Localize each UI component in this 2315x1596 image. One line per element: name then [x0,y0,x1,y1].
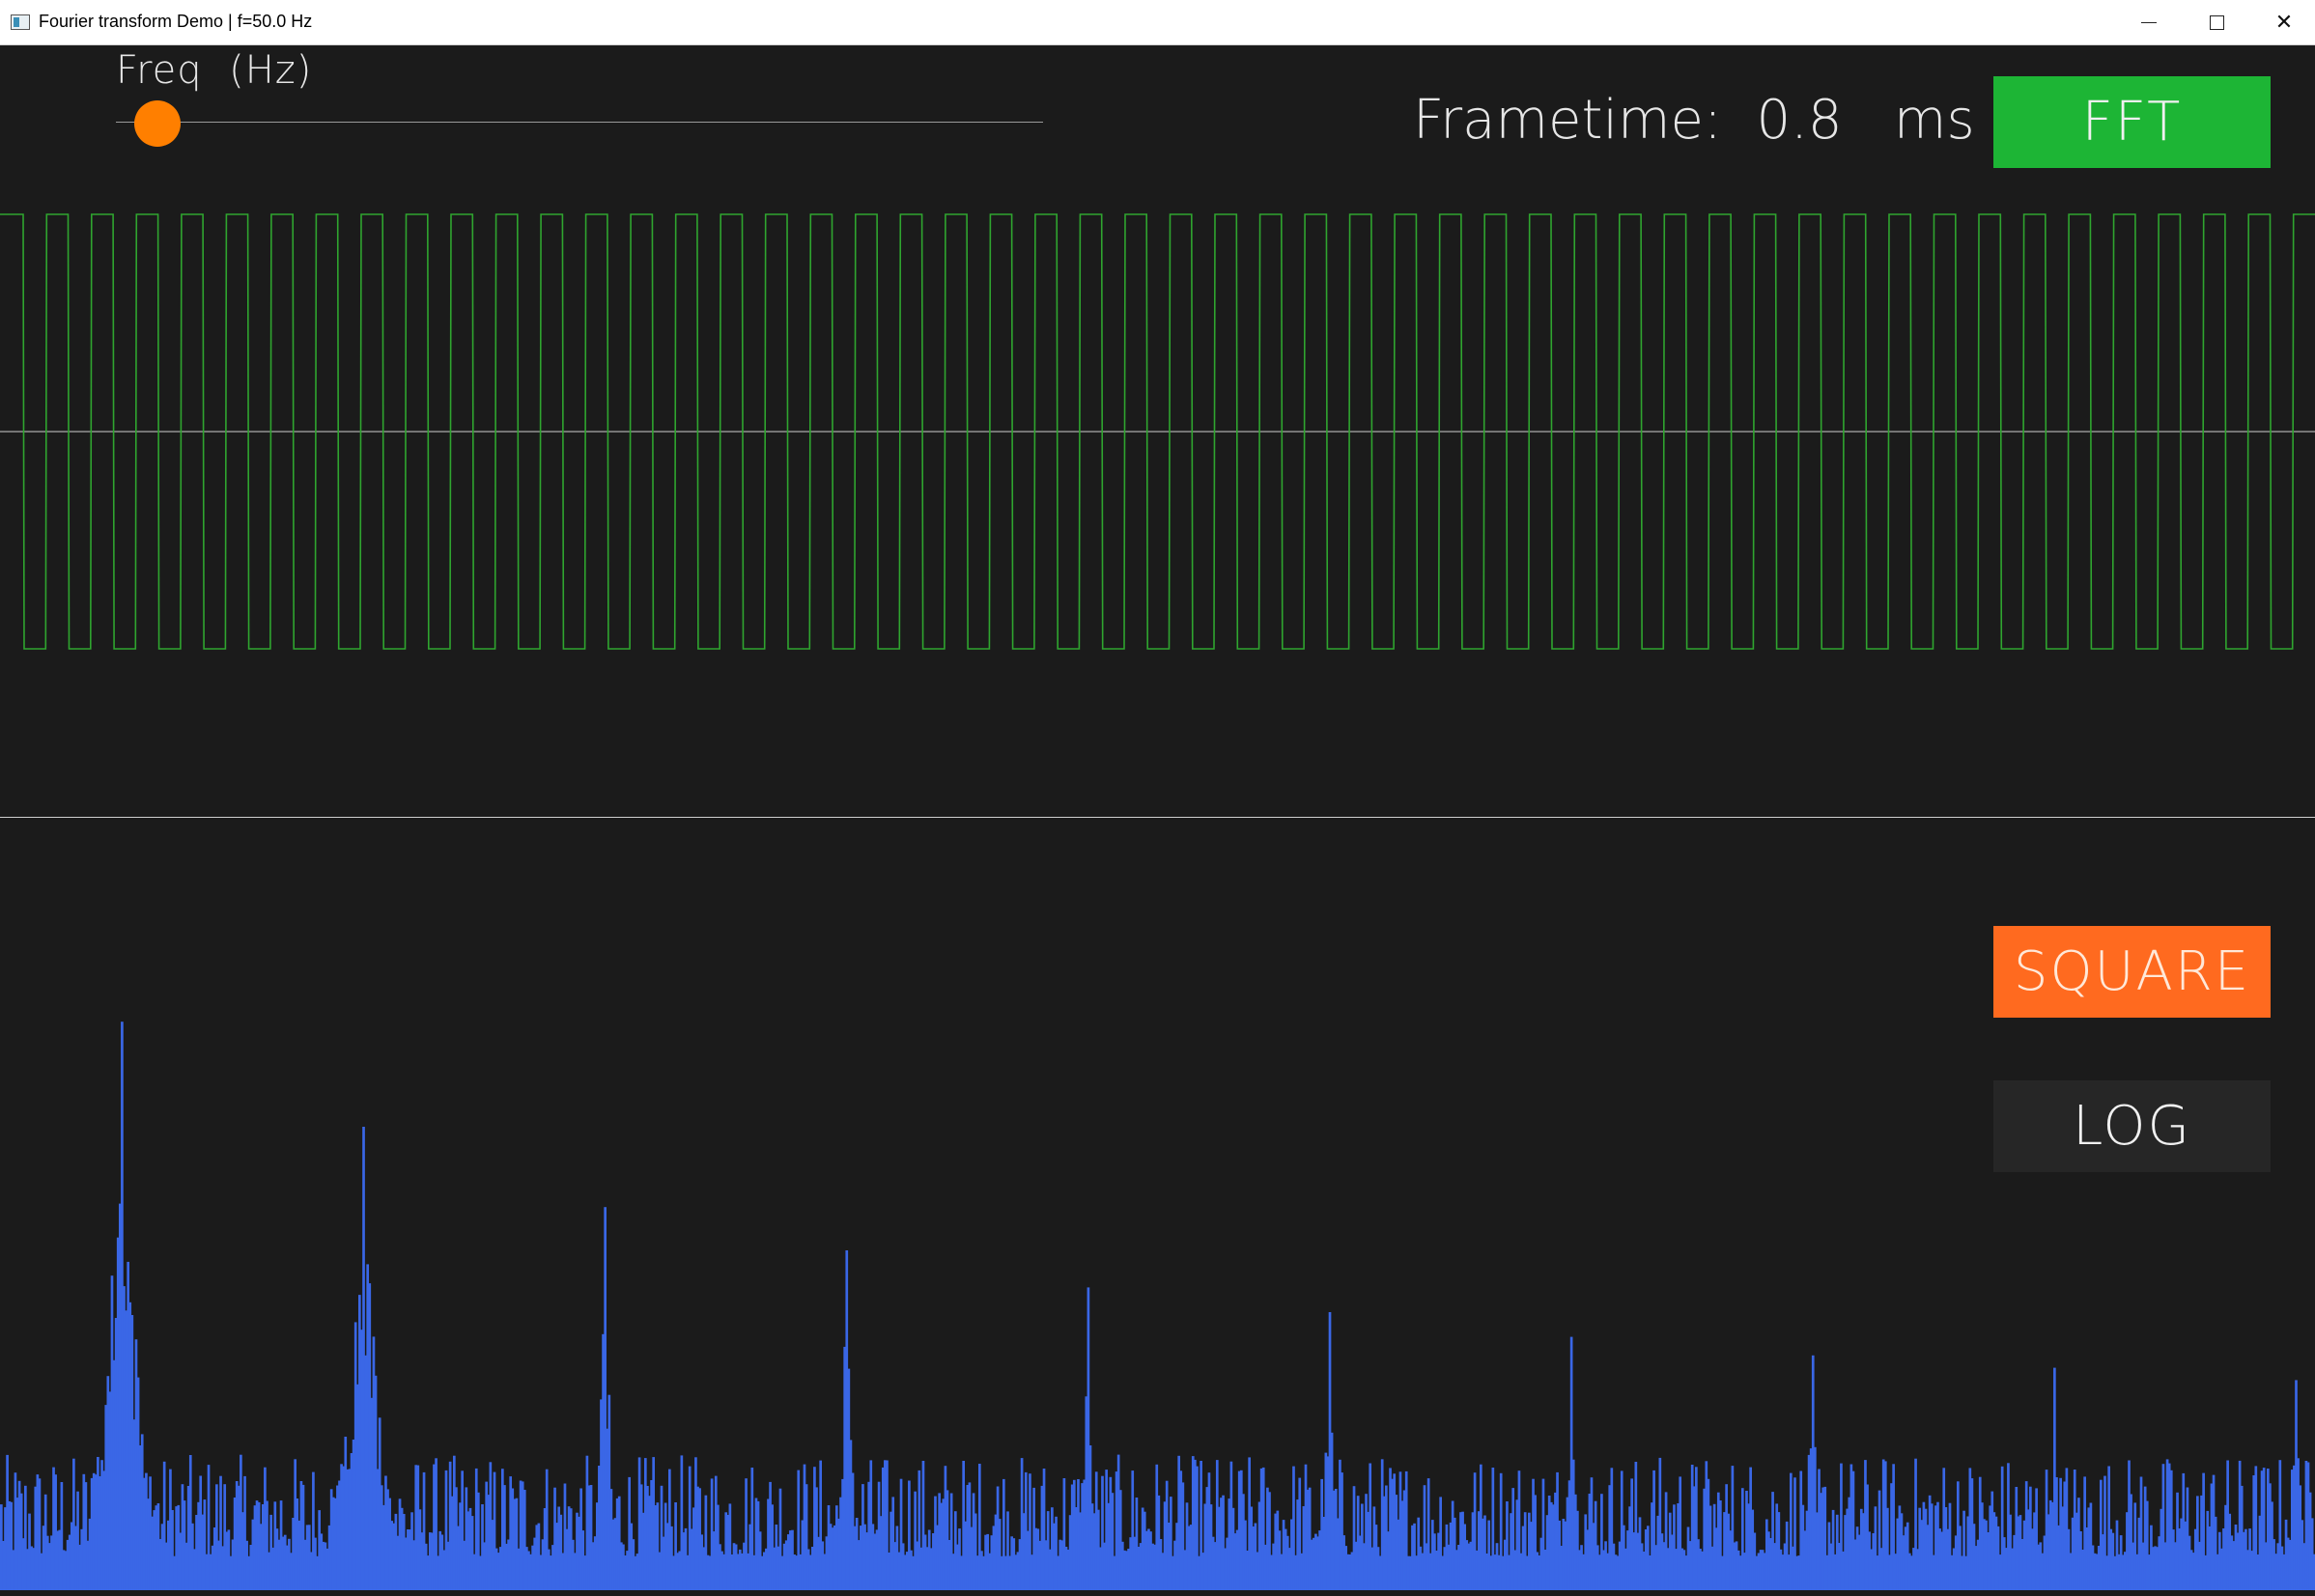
square-button[interactable]: SQUARE [1993,926,2271,1018]
window-title: Fourier transform Demo | f=50.0 Hz [39,12,313,31]
freq-label: Freq (Hz) [116,48,313,93]
maximize-icon [2209,14,2224,30]
minimize-button[interactable] [2115,0,2183,44]
app-icon [11,14,30,30]
maximize-button[interactable] [2183,0,2250,44]
close-button[interactable]: ✕ [2250,0,2315,44]
spectrum-bars [0,1022,2315,1590]
title-bar: Fourier transform Demo | f=50.0 Hz ✕ [0,0,2315,45]
frametime-label: Frametime: 0.8 ms [1413,89,1975,152]
freq-slider-handle[interactable] [134,100,182,147]
freq-slider-track[interactable] [116,122,1043,123]
app-canvas: Freq (Hz) Frametime: 0.8 ms FFT SQUARE L… [0,45,2315,1596]
close-icon: ✕ [2274,10,2294,35]
fft-button[interactable]: FFT [1993,76,2271,168]
minimize-icon [2141,21,2157,23]
spectrum-plot [0,1022,2315,1590]
log-button[interactable]: LOG [1993,1080,2271,1172]
